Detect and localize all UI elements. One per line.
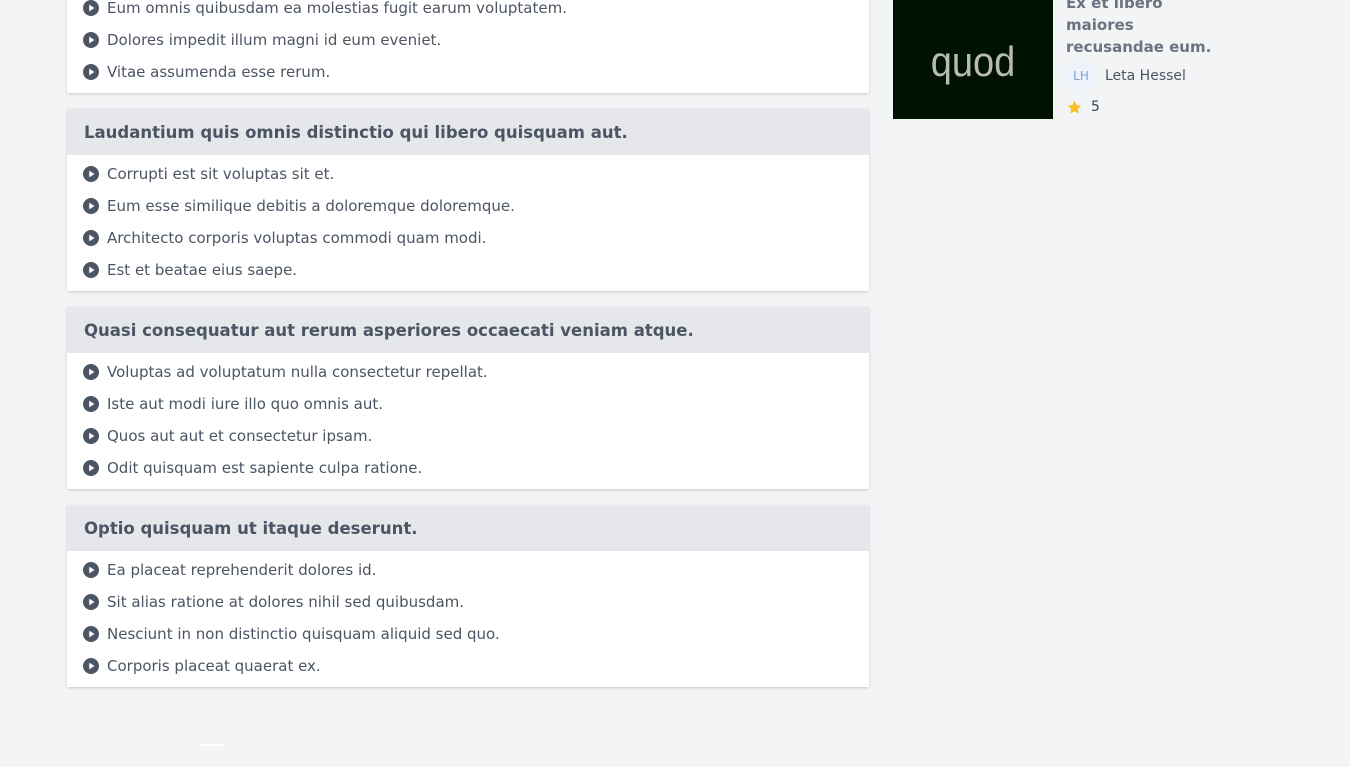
lesson-item[interactable]: Ea placeat reprehenderit dolores id.	[67, 554, 869, 586]
lesson-item[interactable]: Eum omnis quibusdam ea molestias fugit e…	[67, 0, 869, 24]
related-course-body: Ex et libero maiores recusandae eum. LH …	[1066, 0, 1236, 119]
play-circle-icon	[83, 198, 99, 214]
lesson-item[interactable]: Sit alias ratione at dolores nihil sed q…	[67, 586, 869, 618]
curriculum-section: Laudantium quis omnis distinctio qui lib…	[67, 109, 869, 291]
course-rating: 5	[1066, 95, 1236, 119]
play-circle-icon	[83, 460, 99, 476]
lesson-item[interactable]: Corrupti est sit voluptas sit et.	[67, 158, 869, 190]
avatar: LH	[1066, 61, 1096, 91]
lesson-item[interactable]: Odit quisquam est sapiente culpa ratione…	[67, 452, 869, 484]
course-page: Eum omnis quibusdam ea molestias fugit e…	[0, 0, 1350, 767]
thumbnail-text: quod	[930, 39, 1016, 87]
section-title[interactable]: Laudantium quis omnis distinctio qui lib…	[67, 109, 869, 155]
lesson-title: Est et beatae eius saepe.	[107, 261, 298, 279]
author-name: Leta Hessel	[1105, 68, 1186, 84]
lesson-title: Eum omnis quibusdam ea molestias fugit e…	[107, 0, 567, 17]
lesson-item[interactable]: Iste aut modi iure illo quo omnis aut.	[67, 388, 869, 420]
lesson-title: Quos aut aut et consectetur ipsam.	[107, 427, 373, 445]
lesson-title: Corporis placeat quaerat ex.	[107, 657, 321, 675]
lesson-item[interactable]: Architecto corporis voluptas commodi qua…	[67, 222, 869, 254]
related-course-card[interactable]: quod Ex et libero maiores recusandae eum…	[893, 0, 1233, 119]
lesson-title: Voluptas ad voluptatum nulla consectetur…	[107, 363, 488, 381]
play-circle-icon	[83, 594, 99, 610]
play-circle-icon	[83, 658, 99, 674]
lesson-item[interactable]: Dolores impedit illum magni id eum eveni…	[67, 24, 869, 56]
play-circle-icon	[83, 262, 99, 278]
play-circle-icon	[83, 32, 99, 48]
section-title[interactable]: Quasi consequatur aut rerum asperiores o…	[67, 307, 869, 353]
rating-value: 5	[1091, 99, 1100, 115]
lesson-title: Ea placeat reprehenderit dolores id.	[107, 561, 377, 579]
lesson-title: Sit alias ratione at dolores nihil sed q…	[107, 593, 465, 611]
lesson-title: Nesciunt in non distinctio quisquam aliq…	[107, 625, 500, 643]
lesson-list: Voluptas ad voluptatum nulla consectetur…	[67, 353, 869, 489]
lesson-list: Eum omnis quibusdam ea molestias fugit e…	[67, 0, 869, 93]
lesson-item[interactable]: Voluptas ad voluptatum nulla consectetur…	[67, 356, 869, 388]
play-circle-icon	[83, 562, 99, 578]
curriculum: Eum omnis quibusdam ea molestias fugit e…	[67, 0, 869, 703]
play-circle-icon	[83, 364, 99, 380]
related-course-title[interactable]: Ex et libero maiores recusandae eum.	[1066, 0, 1231, 58]
footer-divider	[200, 744, 224, 746]
lesson-item[interactable]: Quos aut aut et consectetur ipsam.	[67, 420, 869, 452]
lesson-title: Eum esse similique debitis a doloremque …	[107, 197, 515, 215]
course-author: LH Leta Hessel	[1066, 60, 1236, 92]
lesson-title: Odit quisquam est sapiente culpa ratione…	[107, 459, 423, 477]
lesson-title: Corrupti est sit voluptas sit et.	[107, 165, 335, 183]
play-circle-icon	[83, 626, 99, 642]
course-thumbnail[interactable]: quod	[893, 0, 1053, 119]
lesson-item[interactable]: Vitae assumenda esse rerum.	[67, 56, 869, 88]
lesson-item[interactable]: Est et beatae eius saepe.	[67, 254, 869, 286]
play-circle-icon	[83, 64, 99, 80]
play-circle-icon	[83, 166, 99, 182]
lesson-item[interactable]: Corporis placeat quaerat ex.	[67, 650, 869, 682]
star-icon	[1066, 99, 1083, 116]
lesson-list: Ea placeat reprehenderit dolores id. Sit…	[67, 551, 869, 687]
lesson-title: Vitae assumenda esse rerum.	[107, 63, 331, 81]
section-title[interactable]: Optio quisquam ut itaque deserunt.	[67, 505, 869, 551]
lesson-item[interactable]: Eum esse similique debitis a doloremque …	[67, 190, 869, 222]
play-circle-icon	[83, 230, 99, 246]
curriculum-section: Eum omnis quibusdam ea molestias fugit e…	[67, 0, 869, 93]
play-circle-icon	[83, 396, 99, 412]
play-circle-icon	[83, 428, 99, 444]
curriculum-section: Optio quisquam ut itaque deserunt. Ea pl…	[67, 505, 869, 687]
lesson-title: Iste aut modi iure illo quo omnis aut.	[107, 395, 384, 413]
lesson-item[interactable]: Nesciunt in non distinctio quisquam aliq…	[67, 618, 869, 650]
curriculum-section: Quasi consequatur aut rerum asperiores o…	[67, 307, 869, 489]
lesson-list: Corrupti est sit voluptas sit et. Eum es…	[67, 155, 869, 291]
lesson-title: Architecto corporis voluptas commodi qua…	[107, 229, 487, 247]
lesson-title: Dolores impedit illum magni id eum eveni…	[107, 31, 442, 49]
play-circle-icon	[83, 0, 99, 16]
